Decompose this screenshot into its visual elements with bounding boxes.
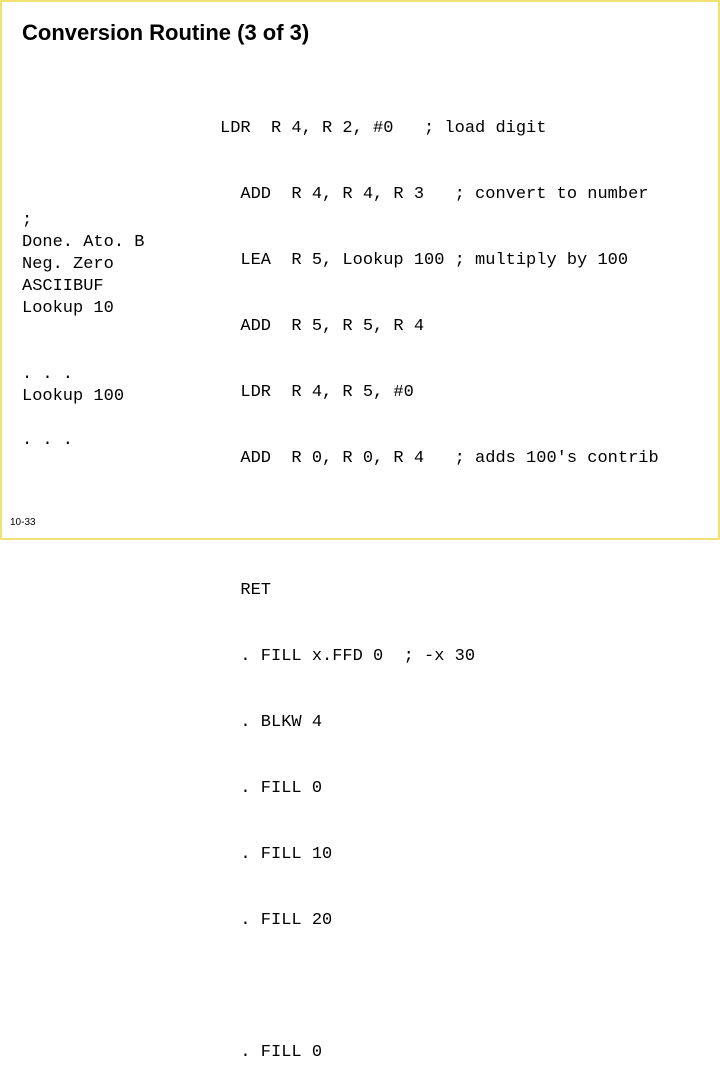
code-line	[220, 514, 659, 536]
code-line: LDR R 4, R 2, #0 ; load digit	[220, 118, 659, 140]
label-blank	[22, 320, 220, 342]
code-line: LEA R 5, Lookup 100 ; multiply by 100	[220, 250, 659, 272]
code-line: . FILL 0	[220, 1042, 659, 1064]
code-line: . FILL x.FFD 0 ; -x 30	[220, 646, 659, 668]
labels-column: ; Done. Ato. B Neg. Zero ASCIIBUF Lookup…	[22, 74, 220, 1080]
label-asciibuf: ASCIIBUF	[22, 276, 220, 298]
label-negzero: Neg. Zero	[22, 254, 220, 276]
code-line: . FILL 0	[220, 778, 659, 800]
label-ellipsis2: . . .	[22, 430, 220, 452]
code-line: ADD R 4, R 4, R 3 ; convert to number	[220, 184, 659, 206]
code-line: . FILL 20	[220, 910, 659, 932]
label-semicolon: ;	[22, 210, 220, 232]
label-blank2	[22, 342, 220, 364]
content-area: ; Done. Ato. B Neg. Zero ASCIIBUF Lookup…	[22, 74, 698, 1080]
label-lookup10: Lookup 10	[22, 298, 220, 320]
code-line: ADD R 0, R 0, R 4 ; adds 100's contrib	[220, 448, 659, 470]
code-line: LDR R 4, R 5, #0	[220, 382, 659, 404]
slide-title: Conversion Routine (3 of 3)	[22, 20, 698, 46]
label-ellipsis1: . . .	[22, 364, 220, 386]
label-lookup100: Lookup 100	[22, 386, 220, 408]
code-line: ADD R 5, R 5, R 4	[220, 316, 659, 338]
code-line: . FILL 10	[220, 844, 659, 866]
code-line: . BLKW 4	[220, 712, 659, 734]
code-line: RET	[220, 580, 659, 602]
code-line	[220, 976, 659, 998]
page-number: 10-33	[10, 517, 36, 528]
label-blank3	[22, 408, 220, 430]
code-column: LDR R 4, R 2, #0 ; load digit ADD R 4, R…	[220, 74, 659, 1080]
label-done-atob: Done. Ato. B	[22, 232, 220, 254]
